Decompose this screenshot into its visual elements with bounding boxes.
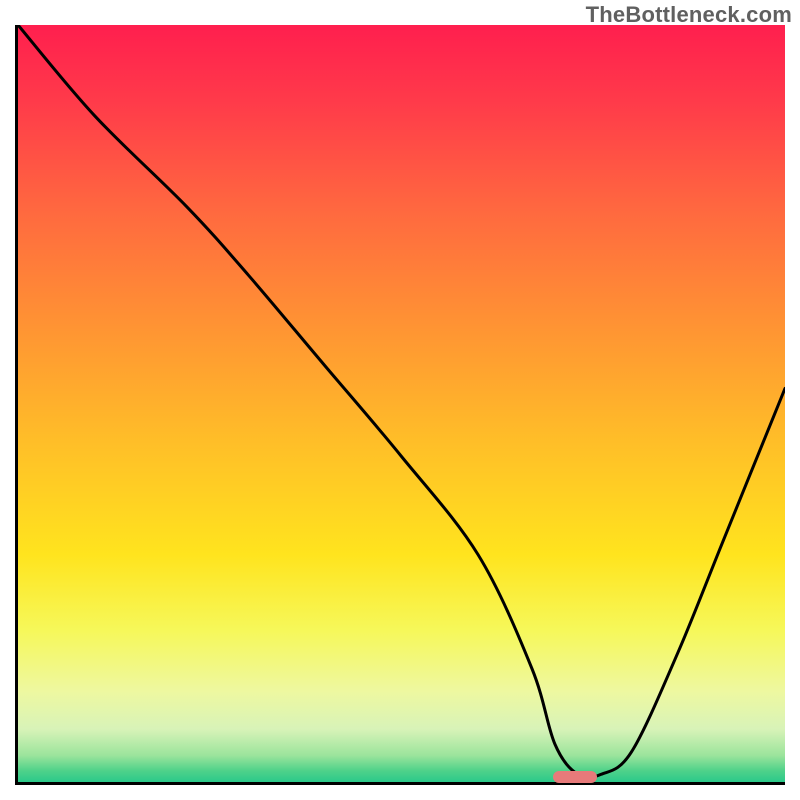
chart-container: TheBottleneck.com (0, 0, 800, 800)
bottleneck-curve (18, 25, 785, 782)
plot-frame (15, 25, 785, 785)
optimal-range-marker (553, 771, 597, 783)
